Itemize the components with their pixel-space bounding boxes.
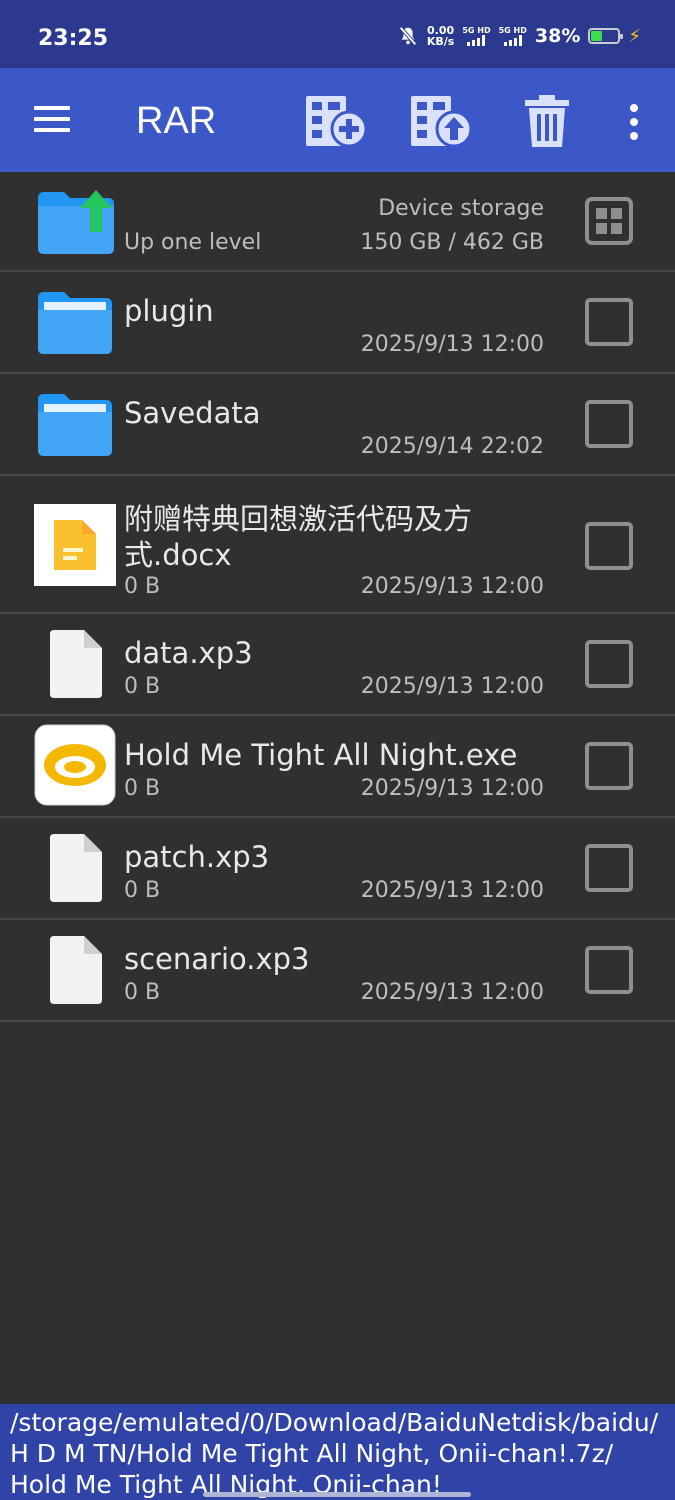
up-one-level-row[interactable]: Up one level Device storage 150 GB / 462… (0, 172, 675, 272)
status-time: 23:25 (38, 26, 109, 51)
folder-up-icon (38, 190, 114, 254)
up-one-level-label: Up one level (124, 230, 262, 255)
folder-icon (38, 394, 112, 456)
storage-value: 150 GB / 462 GB (360, 230, 544, 255)
file-icon (50, 936, 102, 1004)
mute-bell-icon (399, 26, 417, 46)
network-speed: 0.00 KB/s (426, 24, 455, 48)
select-checkbox[interactable] (585, 400, 633, 448)
file-name-line2: 式.docx (124, 538, 232, 572)
add-to-archive-icon[interactable] (304, 94, 370, 148)
select-checkbox[interactable] (585, 522, 633, 570)
list-item[interactable]: data.xp3 0 B 2025/9/13 12:00 (0, 614, 675, 716)
select-checkbox[interactable] (585, 844, 633, 892)
status-icons: 0.00 KB/s 5G HD 5G HD 38% ⚡ (397, 24, 641, 48)
file-size: 0 B (124, 574, 161, 599)
docx-icon (34, 504, 116, 586)
exe-app-icon (34, 724, 116, 806)
file-size: 0 B (124, 776, 161, 801)
list-item[interactable]: Savedata 2025/9/14 22:02 (0, 374, 675, 476)
select-checkbox[interactable] (585, 298, 633, 346)
signal-1: 5G HD (462, 26, 491, 46)
more-vert-icon[interactable] (620, 102, 648, 142)
file-icon (50, 630, 102, 698)
menu-icon[interactable] (34, 106, 70, 134)
list-item[interactable]: scenario.xp3 0 B 2025/9/13 12:00 (0, 920, 675, 1022)
file-name: plugin (124, 294, 214, 328)
path-line-2: H D M TN/Hold Me Tight All Night, Onii-c… (10, 1439, 614, 1468)
app-title: RAR (136, 100, 217, 142)
file-date: 2025/9/13 12:00 (360, 574, 544, 599)
list-item[interactable]: Hold Me Tight All Night.exe 0 B 2025/9/1… (0, 716, 675, 818)
file-date: 2025/9/13 12:00 (360, 980, 544, 1005)
file-list: Up one level Device storage 150 GB / 462… (0, 172, 675, 1022)
file-date: 2025/9/13 12:00 (360, 332, 544, 357)
path-line-1: /storage/emulated/0/Download/BaiduNetdis… (10, 1408, 659, 1437)
folder-icon (38, 292, 112, 354)
grid-view-icon[interactable] (585, 197, 633, 245)
app-bar: RAR (0, 68, 675, 172)
status-bar: 23:25 0.00 KB/s 5G HD 5G HD 38% ⚡ (0, 0, 675, 68)
file-date: 2025/9/13 12:00 (360, 674, 544, 699)
delete-icon[interactable] (523, 94, 571, 148)
file-icon (50, 834, 102, 902)
file-name: patch.xp3 (124, 840, 270, 874)
file-size: 0 B (124, 980, 161, 1005)
extract-icon[interactable] (409, 94, 475, 148)
battery-icon (588, 28, 624, 44)
file-name: scenario.xp3 (124, 942, 310, 976)
signal-bars-icon (467, 35, 486, 46)
select-checkbox[interactable] (585, 742, 633, 790)
file-date: 2025/9/14 22:02 (360, 434, 544, 459)
storage-label: Device storage (378, 196, 544, 221)
select-checkbox[interactable] (585, 946, 633, 994)
select-checkbox[interactable] (585, 640, 633, 688)
file-size: 0 B (124, 674, 161, 699)
signal-2: 5G HD (499, 26, 527, 46)
file-name: Savedata (124, 396, 261, 430)
file-name: data.xp3 (124, 636, 253, 670)
file-date: 2025/9/13 12:00 (360, 878, 544, 903)
list-item[interactable]: plugin 2025/9/13 12:00 (0, 272, 675, 374)
file-date: 2025/9/13 12:00 (360, 776, 544, 801)
file-size: 0 B (124, 878, 161, 903)
charging-icon: ⚡ (628, 25, 641, 47)
home-indicator[interactable] (203, 1492, 471, 1497)
signal-bars-icon (503, 35, 522, 46)
current-path: /storage/emulated/0/Download/BaiduNetdis… (0, 1404, 675, 1500)
battery-percent: 38% (534, 25, 581, 47)
list-item[interactable]: patch.xp3 0 B 2025/9/13 12:00 (0, 818, 675, 920)
list-item[interactable]: 附赠特典回想激活代码及方 式.docx 0 B 2025/9/13 12:00 (0, 476, 675, 614)
file-name: Hold Me Tight All Night.exe (124, 738, 518, 772)
